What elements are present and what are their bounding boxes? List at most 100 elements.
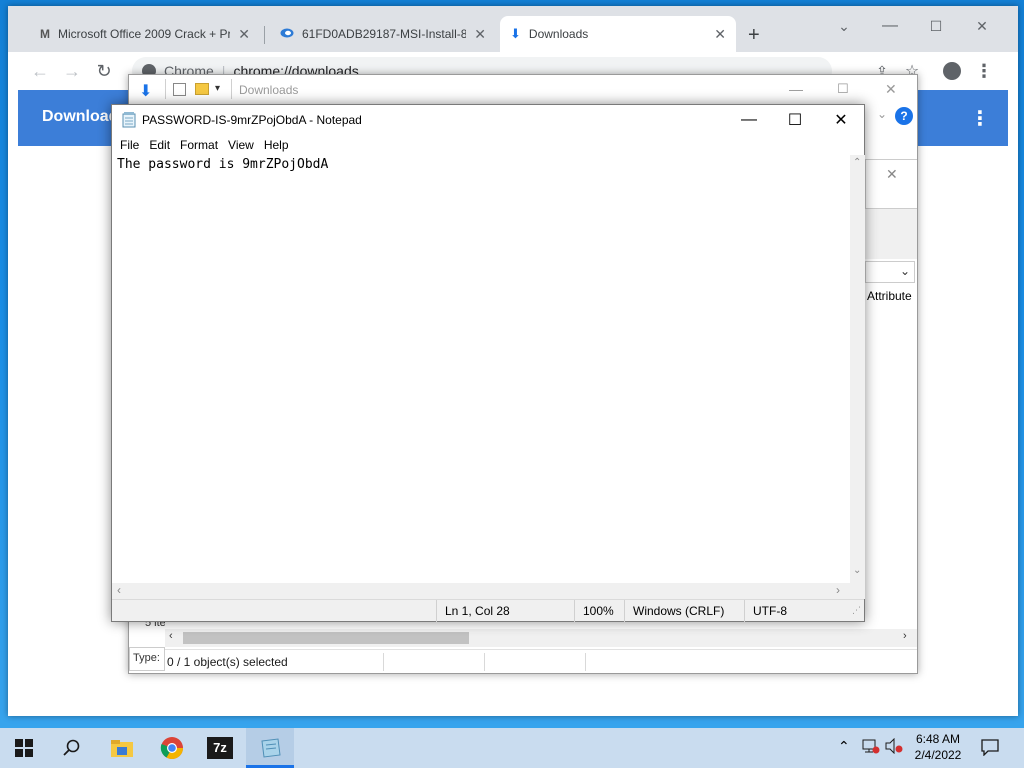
profile-avatar[interactable] — [940, 60, 964, 82]
close-icon[interactable]: ✕ — [238, 26, 250, 43]
filter-dropdown[interactable]: ⌄ — [865, 261, 915, 283]
toolbar-divider — [165, 79, 166, 99]
type-label: Type: — [129, 647, 165, 671]
line-ending: Windows (CRLF) — [624, 600, 744, 622]
cloud-favicon — [280, 27, 294, 41]
menu-edit[interactable]: Edit — [149, 138, 178, 152]
taskbar: 7z ⌃ 6:48 AM 2/4/2022 — [0, 728, 1024, 768]
close-icon[interactable]: ✕ — [714, 26, 726, 43]
network-icon[interactable] — [862, 738, 880, 757]
maximize-icon[interactable]: ☐ — [772, 105, 818, 135]
minimize-icon[interactable]: — — [868, 14, 912, 38]
scroll-left-icon[interactable]: ‹ — [169, 630, 173, 642]
menu-view[interactable]: View — [228, 138, 262, 152]
menu-help[interactable]: Help — [264, 138, 297, 152]
notepad-icon — [122, 112, 136, 128]
scroll-corner — [850, 583, 865, 599]
downloads-page-title: Download — [42, 108, 119, 125]
tab-title: Downloads — [528, 27, 589, 41]
tab-msi-install[interactable]: 61FD0ADB29187-MSI-Install-86_ ✕ — [270, 16, 496, 52]
show-hidden-icons-chevron-icon[interactable]: ⌃ — [838, 738, 850, 755]
windows-logo-icon — [15, 739, 33, 757]
status-divider — [585, 652, 586, 671]
dialog-panel: ✕ — [865, 159, 917, 209]
tab-divider — [264, 26, 265, 44]
menu-file[interactable]: File — [120, 138, 147, 152]
explorer-horizontal-scrollbar[interactable]: ‹ › — [165, 629, 917, 647]
notepad-icon — [261, 738, 281, 758]
file-explorer-taskbar-button[interactable] — [98, 728, 146, 768]
help-icon[interactable]: ? — [895, 107, 913, 125]
chevron-down-icon: ⌄ — [900, 264, 911, 278]
encoding: UTF-8 — [744, 600, 850, 622]
explorer-title: Downloads — [239, 83, 299, 97]
close-icon[interactable]: ✕ — [818, 105, 864, 135]
explorer-titlebar: ⬇ ▾ Downloads — ☐ ✕ — [129, 75, 917, 105]
folder-icon — [111, 740, 133, 757]
notifications-icon[interactable] — [980, 738, 1000, 759]
office-crack-favicon: M — [40, 27, 50, 41]
attribute-column-header[interactable]: Attribute — [867, 289, 912, 303]
notepad-horizontal-scrollbar[interactable]: ‹ › — [112, 583, 850, 599]
chevron-down-icon[interactable]: ▾ — [215, 83, 220, 94]
scroll-down-icon[interactable]: ⌄ — [853, 565, 861, 576]
chrome-taskbar-button[interactable] — [148, 728, 196, 768]
minimize-icon[interactable]: — — [789, 81, 803, 97]
clock-time: 6:48 AM — [915, 732, 961, 746]
selection-status: 0 / 1 object(s) selected — [167, 654, 288, 669]
close-icon[interactable]: ✕ — [885, 81, 897, 98]
back-icon[interactable]: ← — [28, 60, 52, 82]
search-button[interactable] — [48, 728, 96, 768]
close-icon[interactable]: ✕ — [886, 166, 898, 183]
minimize-icon[interactable]: — — [726, 105, 772, 135]
chrome-icon — [160, 737, 183, 759]
explorer-statusbar: 0 / 1 object(s) selected — [165, 649, 917, 673]
volume-muted-icon[interactable] — [884, 737, 904, 757]
maximize-icon[interactable]: ☐ — [914, 14, 958, 38]
chrome-tabstrip: M Microsoft Office 2009 Crack + Pr ✕ 61F… — [8, 6, 1018, 52]
reload-icon[interactable]: ↻ — [92, 60, 116, 82]
close-icon[interactable]: ✕ — [474, 26, 486, 43]
7zip-taskbar-button[interactable]: 7z — [196, 728, 244, 768]
status-divider — [484, 652, 485, 671]
tab-office-crack[interactable]: M Microsoft Office 2009 Crack + Pr ✕ — [30, 16, 260, 52]
dialog-toolbar — [865, 209, 917, 259]
folder-icon[interactable] — [195, 83, 209, 95]
tab-downloads[interactable]: ⬇ Downloads ✕ — [500, 16, 736, 52]
notepad-vertical-scrollbar[interactable]: ⌃ ⌄ — [850, 155, 865, 583]
more-options-icon[interactable]: ⋮ — [970, 106, 990, 131]
clock[interactable]: 6:48 AM 2/4/2022 — [908, 731, 968, 763]
notepad-window: PASSWORD-IS-9mrZPojObdA - Notepad — ☐ ✕ … — [111, 104, 865, 622]
notepad-title: PASSWORD-IS-9mrZPojObdA - Notepad — [142, 113, 362, 127]
scroll-right-icon[interactable]: › — [836, 583, 840, 597]
notepad-text-area[interactable]: The password is 9mrZPojObdA — [112, 155, 850, 583]
notepad-menubar: File Edit Format View Help — [112, 135, 864, 155]
download-arrow-icon: ⬇ — [139, 83, 153, 100]
download-icon: ⬇ — [510, 26, 521, 41]
resize-grip-icon[interactable]: ⋰ — [852, 605, 861, 616]
tab-title: 61FD0ADB29187-MSI-Install-86_ — [302, 27, 467, 41]
maximize-icon[interactable]: ☐ — [837, 81, 849, 97]
scroll-left-icon[interactable]: ‹ — [117, 583, 121, 597]
7zip-icon: 7z — [207, 737, 233, 759]
scrollbar-thumb[interactable] — [183, 632, 469, 644]
start-button[interactable] — [0, 728, 48, 768]
chrome-menu-icon[interactable]: ⋮ — [972, 60, 996, 82]
menu-format[interactable]: Format — [180, 138, 226, 152]
new-tab-button[interactable]: + — [748, 24, 760, 47]
search-icon — [63, 739, 80, 756]
status-divider — [383, 652, 384, 671]
notepad-titlebar: PASSWORD-IS-9mrZPojObdA - Notepad — ☐ ✕ — [112, 105, 864, 135]
notepad-taskbar-button[interactable] — [246, 728, 294, 768]
scroll-right-icon[interactable]: › — [903, 630, 907, 642]
toolbar-divider — [231, 79, 232, 99]
properties-icon[interactable] — [173, 83, 186, 96]
tab-search-icon[interactable]: ⌄ — [822, 14, 866, 38]
scroll-up-icon[interactable]: ⌃ — [853, 157, 861, 168]
forward-icon[interactable]: → — [60, 60, 84, 82]
chevron-down-icon[interactable]: ⌄ — [877, 107, 887, 121]
clock-date: 2/4/2022 — [914, 748, 962, 762]
zoom-level: 100% — [574, 600, 624, 622]
notepad-statusbar: Ln 1, Col 28 100% Windows (CRLF) UTF-8 ⋰ — [112, 599, 864, 622]
close-icon[interactable]: ✕ — [960, 14, 1004, 38]
